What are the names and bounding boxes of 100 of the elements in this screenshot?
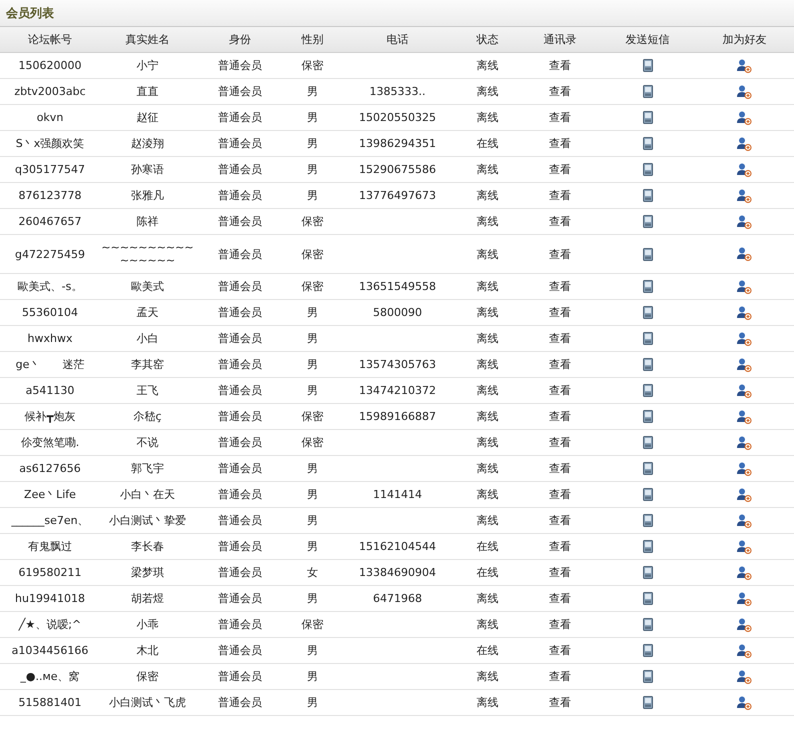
add-user-icon[interactable]	[737, 618, 752, 632]
mobile-phone-icon[interactable]	[642, 592, 652, 605]
add-user-icon[interactable]	[737, 670, 752, 684]
table-cell: ~~~~~~~~~~~~~~~~	[100, 241, 195, 267]
add-user-icon[interactable]	[737, 696, 752, 710]
table-cell: 普通会员	[218, 306, 262, 319]
mobile-phone-icon[interactable]	[642, 189, 652, 202]
mobile-phone-icon[interactable]	[642, 332, 652, 345]
add-user-icon[interactable]	[737, 84, 752, 98]
mobile-phone-icon[interactable]	[642, 358, 652, 371]
view-link[interactable]: 查看	[549, 383, 571, 398]
mobile-phone-icon[interactable]	[642, 540, 652, 553]
table-cell-text: 小宁	[136, 59, 160, 72]
add-user-icon[interactable]	[737, 162, 752, 176]
view-link[interactable]: 查看	[549, 110, 571, 125]
add-user-icon[interactable]	[737, 436, 752, 450]
add-user-icon[interactable]	[737, 280, 752, 294]
mobile-phone-icon[interactable]	[642, 488, 652, 501]
mobile-phone-icon[interactable]	[642, 670, 652, 683]
view-link[interactable]: 查看	[549, 279, 571, 294]
add-user-icon[interactable]	[737, 540, 752, 554]
mobile-phone-icon[interactable]	[642, 137, 652, 150]
view-link[interactable]: 查看	[549, 58, 571, 73]
table-cell: 男	[307, 670, 318, 683]
table-cell: a1034456166	[12, 644, 88, 657]
view-link[interactable]: 查看	[549, 214, 571, 229]
add-user-icon[interactable]	[737, 644, 752, 658]
table-cell: 离线	[476, 59, 498, 72]
table-cell-text: 赵征	[136, 111, 160, 124]
table-cell: 普通会员	[218, 332, 262, 345]
add-user-icon[interactable]	[737, 514, 752, 528]
add-user-icon[interactable]	[737, 410, 752, 424]
view-link[interactable]: 查看	[549, 513, 571, 528]
panel-title: 会员列表	[5, 4, 54, 22]
table-cell: 离线	[476, 696, 498, 709]
view-link[interactable]: 查看	[549, 617, 571, 632]
mobile-phone-icon[interactable]	[642, 215, 652, 228]
view-link[interactable]: 查看	[549, 136, 571, 151]
add-user-icon[interactable]	[737, 188, 752, 202]
add-user-icon[interactable]	[737, 306, 752, 320]
add-user-icon[interactable]	[737, 247, 752, 261]
table-cell-text: 不说	[136, 436, 160, 449]
table-cell: 离线	[476, 514, 498, 527]
mobile-phone-icon[interactable]	[642, 280, 652, 293]
mobile-phone-icon[interactable]	[642, 462, 652, 475]
table-cell-text: 保密	[136, 670, 160, 683]
table-cell: 离线	[476, 306, 498, 319]
add-user-icon[interactable]	[737, 332, 752, 346]
add-user-icon[interactable]	[737, 566, 752, 580]
mobile-phone-icon[interactable]	[642, 248, 652, 260]
table-cell: 男	[307, 592, 318, 605]
view-link[interactable]: 查看	[549, 565, 571, 580]
table-cell: 15989166887	[359, 410, 436, 423]
mobile-phone-icon[interactable]	[642, 696, 652, 709]
view-link[interactable]: 查看	[549, 162, 571, 177]
mobile-phone-icon[interactable]	[642, 59, 652, 72]
add-user-icon[interactable]	[737, 214, 752, 228]
view-link[interactable]: 查看	[549, 188, 571, 203]
add-user-icon[interactable]	[737, 592, 752, 606]
view-link[interactable]: 查看	[549, 539, 571, 554]
mobile-phone-icon[interactable]	[642, 644, 652, 657]
mobile-phone-icon[interactable]	[642, 85, 652, 98]
add-user-icon[interactable]	[737, 58, 752, 72]
mobile-phone-icon[interactable]	[642, 306, 652, 319]
mobile-phone-icon[interactable]	[642, 163, 652, 176]
view-link[interactable]: 查看	[549, 591, 571, 606]
add-user-icon[interactable]	[737, 136, 752, 150]
view-link[interactable]: 查看	[549, 84, 571, 99]
add-user-icon[interactable]	[737, 110, 752, 124]
table-cell: 男	[307, 488, 318, 501]
view-link[interactable]: 查看	[549, 331, 571, 346]
table-cell-text: 李长春	[130, 540, 165, 553]
table-cell: 55360104	[22, 306, 78, 319]
table-cell: 13651549558	[359, 280, 436, 293]
view-link[interactable]: 查看	[549, 435, 571, 450]
table-cell: 保密	[302, 436, 324, 449]
column-header: 发送短信	[626, 33, 670, 46]
view-link[interactable]: 查看	[549, 487, 571, 502]
view-link[interactable]: 查看	[549, 305, 571, 320]
view-link[interactable]: 查看	[549, 643, 571, 658]
view-link[interactable]: 查看	[549, 695, 571, 710]
add-user-icon[interactable]	[737, 462, 752, 476]
add-user-icon[interactable]	[737, 358, 752, 372]
mobile-phone-icon[interactable]	[642, 410, 652, 423]
mobile-phone-icon[interactable]	[642, 111, 652, 124]
table-cell: 伱变煞笔嘞.	[20, 436, 80, 449]
view-link[interactable]: 查看	[549, 246, 571, 262]
view-link[interactable]: 查看	[549, 357, 571, 372]
add-user-icon[interactable]	[737, 384, 752, 398]
mobile-phone-icon[interactable]	[642, 384, 652, 397]
view-link[interactable]: 查看	[549, 461, 571, 476]
view-link[interactable]: 查看	[549, 669, 571, 684]
mobile-phone-icon[interactable]	[642, 514, 652, 527]
mobile-phone-icon[interactable]	[642, 618, 652, 631]
mobile-phone-icon[interactable]	[642, 566, 652, 579]
table-cell-text: 梁梦琪	[130, 566, 165, 579]
add-user-icon[interactable]	[737, 488, 752, 502]
table-cell: 普通会员	[218, 436, 262, 449]
mobile-phone-icon[interactable]	[642, 436, 652, 449]
view-link[interactable]: 查看	[549, 409, 571, 424]
